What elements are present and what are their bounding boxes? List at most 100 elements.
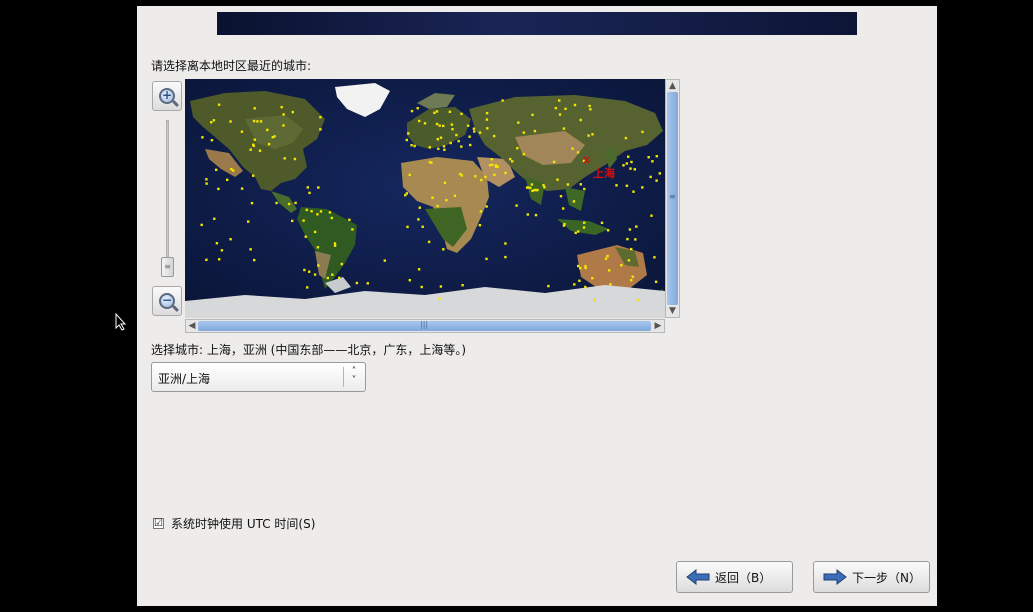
city-dot[interactable] [319, 128, 322, 131]
city-dot[interactable] [579, 266, 582, 270]
city-dot[interactable] [573, 283, 576, 286]
city-dot[interactable] [606, 254, 609, 258]
city-dot[interactable] [535, 188, 538, 192]
city-dot[interactable] [515, 204, 518, 207]
city-dot[interactable] [293, 157, 297, 161]
city-dot[interactable] [522, 131, 525, 134]
city-dot[interactable] [573, 103, 577, 107]
city-dot[interactable] [442, 145, 446, 148]
city-dot[interactable] [574, 231, 577, 235]
city-dot[interactable] [305, 208, 308, 212]
city-dot[interactable] [212, 119, 216, 122]
city-dot[interactable] [488, 164, 492, 167]
city-dot[interactable] [210, 139, 214, 142]
utc-checkbox-label[interactable]: 系统时钟使用 UTC 时间(S) [171, 515, 315, 532]
city-dot[interactable] [249, 148, 252, 151]
city-dot[interactable] [229, 120, 232, 123]
city-dot[interactable] [317, 186, 320, 189]
city-dot[interactable] [218, 258, 221, 261]
city-dot[interactable] [448, 110, 452, 113]
city-dot[interactable] [217, 187, 220, 191]
map-horizontal-scrollbar[interactable]: ◀ ||| ▶ [185, 319, 665, 333]
city-dot[interactable] [533, 129, 537, 133]
scroll-up-icon[interactable]: ▲ [666, 80, 679, 92]
city-dot[interactable] [655, 155, 658, 158]
city-dot[interactable] [418, 206, 421, 209]
city-dot[interactable] [408, 173, 411, 177]
city-dot[interactable] [516, 147, 519, 150]
city-dot[interactable] [210, 121, 213, 124]
zoom-out-button[interactable]: − [152, 286, 182, 316]
city-dot[interactable] [485, 257, 488, 261]
city-dot[interactable] [348, 218, 351, 221]
city-dot[interactable] [291, 219, 294, 223]
city-dot[interactable] [609, 283, 612, 286]
city-dot[interactable] [308, 191, 311, 195]
city-dot[interactable] [252, 174, 255, 177]
city-dot[interactable] [413, 144, 416, 148]
scroll-left-icon[interactable]: ◀ [186, 320, 198, 332]
city-dot[interactable] [579, 183, 582, 186]
city-dot[interactable] [531, 113, 534, 117]
city-dot[interactable] [404, 194, 407, 197]
city-dot[interactable] [582, 226, 586, 229]
city-dot[interactable] [451, 128, 454, 131]
city-dot[interactable] [504, 242, 507, 245]
city-dot[interactable] [351, 228, 354, 231]
city-dot[interactable] [383, 259, 386, 262]
city-dot[interactable] [653, 256, 656, 259]
city-dot[interactable] [625, 184, 629, 187]
city-dot[interactable] [273, 135, 276, 138]
city-dot[interactable] [501, 99, 504, 102]
city-dot[interactable] [577, 230, 580, 233]
city-dot[interactable] [340, 262, 343, 266]
city-dot[interactable] [629, 167, 632, 170]
city-dot[interactable] [478, 224, 482, 227]
city-dot[interactable] [547, 284, 550, 288]
city-dot[interactable] [632, 190, 635, 193]
city-dot[interactable] [328, 211, 332, 214]
city-dot[interactable] [303, 268, 306, 272]
city-dot[interactable] [504, 171, 507, 175]
city-dot[interactable] [282, 124, 285, 127]
world-map[interactable]: x 上海 [185, 79, 665, 318]
city-dot[interactable] [420, 285, 423, 289]
city-dot[interactable] [313, 273, 317, 276]
city-dot[interactable] [304, 235, 307, 238]
city-dot[interactable] [417, 218, 420, 221]
city-dot[interactable] [280, 105, 283, 109]
city-dot[interactable] [467, 124, 470, 127]
city-dot[interactable] [313, 230, 317, 234]
city-dot[interactable] [654, 280, 658, 283]
city-dot[interactable] [266, 128, 269, 132]
city-dot[interactable] [651, 160, 654, 163]
city-dot[interactable] [531, 189, 534, 192]
city-dot[interactable] [577, 264, 580, 268]
city-dot[interactable] [438, 297, 441, 300]
city-dot[interactable] [589, 108, 592, 111]
city-dot[interactable] [457, 139, 460, 143]
city-dot[interactable] [625, 162, 628, 165]
city-dot[interactable] [484, 175, 487, 179]
city-dot[interactable] [416, 107, 419, 110]
city-dot[interactable] [626, 237, 629, 241]
city-dot[interactable] [408, 279, 411, 282]
city-dot[interactable] [226, 178, 229, 181]
city-dot[interactable] [430, 161, 433, 164]
city-dot[interactable] [319, 210, 323, 213]
city-dot[interactable] [294, 201, 297, 205]
city-dot[interactable] [655, 179, 658, 182]
city-dot[interactable] [588, 104, 591, 108]
city-dot[interactable] [308, 270, 311, 273]
back-button[interactable]: 返回（B） [676, 561, 793, 593]
city-dot[interactable] [200, 223, 203, 227]
city-dot[interactable] [591, 277, 594, 280]
city-dot[interactable] [240, 130, 244, 133]
city-dot[interactable] [628, 228, 632, 231]
city-dot[interactable] [562, 127, 566, 130]
city-dot[interactable] [480, 178, 483, 182]
city-dot[interactable] [407, 132, 410, 135]
city-dot[interactable] [591, 133, 594, 136]
city-dot[interactable] [201, 136, 204, 139]
city-dot[interactable] [584, 285, 587, 289]
